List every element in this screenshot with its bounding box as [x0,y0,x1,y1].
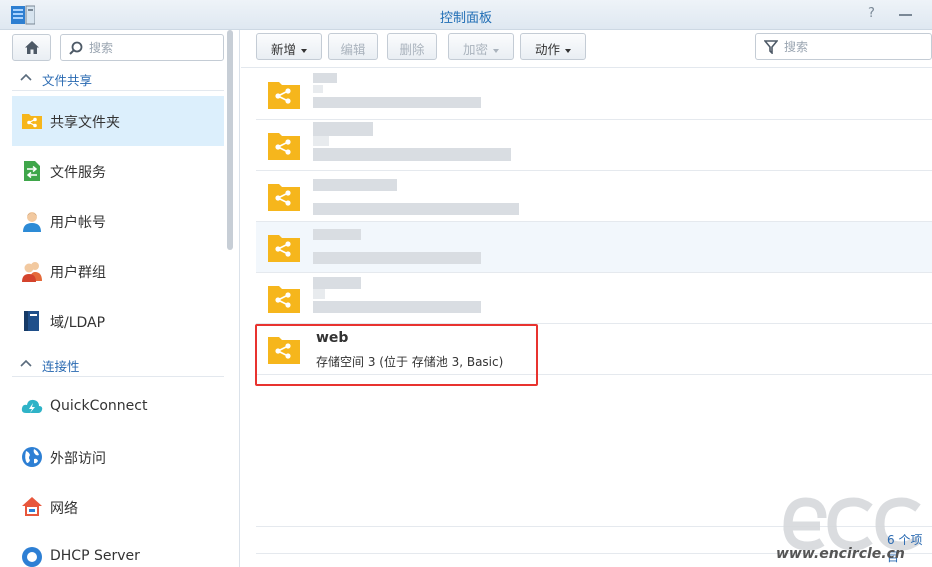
sidebar-item-label: 用户群组 [50,265,106,281]
sidebar-scrollbar[interactable] [227,30,233,250]
sidebar-item-label: 用户帐号 [50,215,106,231]
sidebar-item-shared-folder[interactable]: 共享文件夹 [12,96,224,146]
redacted-name [313,136,329,146]
sidebar-item-label: 共享文件夹 [50,115,120,131]
sidebar-item-external-access[interactable]: 外部访问 [12,432,224,482]
list-item[interactable] [256,120,932,171]
sidebar-item-quickconnect[interactable]: QuickConnect [12,382,224,432]
user-icon [23,212,41,232]
sidebar-item-group[interactable]: 用户群组 [12,246,224,296]
list-item[interactable] [256,69,932,120]
sidebar-item-label: 外部访问 [50,451,106,467]
chevron-up-icon [20,359,32,367]
new-button[interactable]: 新增 [256,33,322,60]
section-file-sharing[interactable]: 文件共享 [12,65,224,91]
edit-button[interactable]: 编辑 [328,33,378,60]
encrypt-button-label: 加密 [462,43,488,57]
window-title: 控制面板 [439,11,492,26]
dhcp-icon [22,547,42,567]
minimize-icon[interactable] [899,14,912,16]
help-icon[interactable]: ? [868,6,875,21]
shared-folder-icon [268,235,300,262]
shared-folder-icon [268,82,300,109]
search-icon [69,41,83,55]
sidebar-item-label: QuickConnect [50,398,148,414]
sidebar-item-dhcp-server[interactable]: DHCP Server [12,532,224,567]
delete-button[interactable]: 删除 [387,33,437,60]
shared-folder-icon [268,184,300,211]
highlight-annotation [255,324,538,386]
sidebar-item-label: 网络 [50,501,78,517]
caret-down-icon [493,48,499,53]
new-button-label: 新增 [270,43,296,57]
filter-icon [764,40,778,54]
sidebar-item-label: 域/LDAP [50,315,106,331]
redacted-name [313,229,361,240]
globe-icon [22,447,42,467]
action-button-label: 动作 [534,43,560,57]
file-services-icon [24,161,40,181]
sidebar-item-label: DHCP Server [50,548,140,564]
home-button[interactable] [12,34,51,61]
sidebar-item-file-services[interactable]: 文件服务 [12,146,224,196]
redacted-name [313,289,325,299]
caret-down-icon [301,48,307,53]
redacted-name [313,122,373,136]
chevron-up-icon [20,73,32,81]
redacted-description [313,301,481,313]
redacted-name [313,73,337,83]
sidebar-item-label: 文件服务 [50,165,106,181]
sidebar-item-user[interactable]: 用户帐号 [12,196,224,246]
redacted-description [313,203,519,215]
domain-icon [24,311,39,331]
network-icon [22,497,42,516]
watermark-text: www.encircle.cn [776,546,905,562]
section-label: 连接性 [42,359,80,374]
home-icon [25,41,39,54]
group-icon [22,262,42,282]
edit-button-label: 编辑 [340,43,366,57]
action-button[interactable]: 动作 [520,33,586,60]
list-item[interactable] [256,171,932,222]
title-bar: 控制面板 ? [0,0,932,30]
shared-folder-icon [268,286,300,313]
list-item[interactable] [256,222,932,273]
sidebar-item-network[interactable]: 网络 [12,482,224,532]
filter-search[interactable] [755,33,932,60]
caret-down-icon [565,48,571,53]
toolbar: 新增 编辑 删除 加密 动作 [241,30,932,68]
redacted-description [313,148,511,161]
redacted-description [313,97,481,108]
filter-search-input[interactable] [784,37,924,56]
sidebar-item-domain-ldap[interactable]: 域/LDAP [12,296,224,346]
list-item[interactable] [256,273,932,324]
sidebar-search[interactable] [60,34,224,61]
redacted-name [313,179,397,191]
redacted-name [313,85,323,93]
encrypt-button[interactable]: 加密 [448,33,514,60]
redacted-name [313,277,361,289]
section-connectivity[interactable]: 连接性 [12,351,224,377]
redacted-description [313,252,481,264]
quickconnect-icon [21,399,43,413]
sidebar-search-input[interactable] [89,38,217,57]
shared-folder-icon [268,133,300,160]
section-label: 文件共享 [42,73,93,88]
shared-folder-icon [22,114,42,129]
delete-button-label: 删除 [399,43,425,57]
